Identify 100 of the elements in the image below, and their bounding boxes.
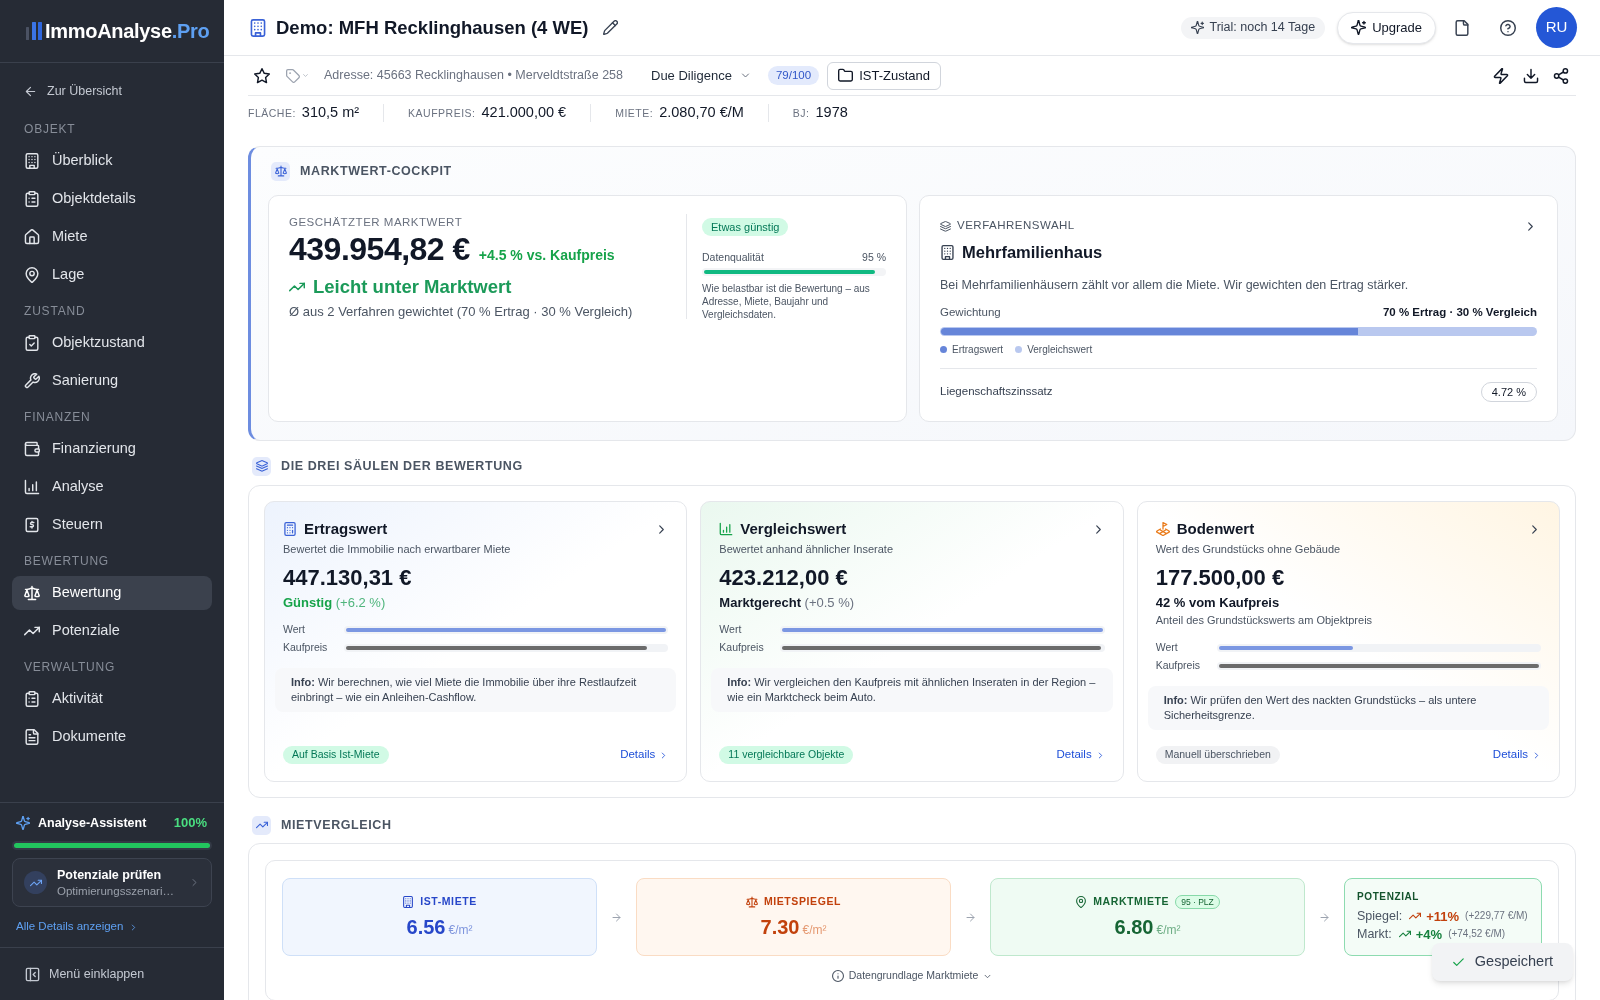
caret-icon	[302, 72, 309, 79]
chevron-right-icon	[1532, 750, 1541, 760]
section-label: ZUSTAND	[24, 303, 86, 320]
sparkles-icon	[1190, 21, 1204, 34]
building-icon	[249, 18, 267, 37]
suggestion-button[interactable]: Potenziale prüfen Optimierungsszenari…	[12, 858, 212, 907]
plz-tag: 95 · PLZ	[1175, 895, 1220, 909]
card-subtitle: Bewertet anhand ähnlicher Inserate	[719, 542, 893, 557]
trend-up-icon	[24, 871, 47, 894]
potential-row-label: Markt:	[1357, 926, 1392, 942]
info-box: Info: Wir berechnen, wie viel Miete die Immobilie über ihre Restlaufzeit einbringt – wie ein Anleihen-Cashflow.	[275, 668, 677, 712]
arrow-right-icon	[965, 911, 976, 923]
sparkles-icon	[16, 816, 30, 830]
nav-item[interactable]: Objektzustand	[12, 326, 212, 360]
section-label: VERWALTUNG	[24, 659, 116, 676]
details-link[interactable]: Details	[1056, 746, 1105, 764]
section-label: FINANZEN	[24, 409, 91, 426]
fact-label: KAUFPREIS:	[408, 106, 476, 122]
toast-text: Gespeichert	[1474, 952, 1553, 972]
rating-badge: Etwas günstig	[702, 218, 789, 237]
nav-item[interactable]: Sanierung	[12, 364, 212, 398]
logo-text: ImmoAnalyse.Pro	[45, 19, 210, 44]
arrow-right-icon	[1319, 911, 1330, 923]
back-link[interactable]: Zur Übersicht	[24, 77, 123, 105]
nav-item[interactable]: Lage	[12, 258, 212, 292]
land-plot-icon	[1155, 522, 1170, 536]
help-icon[interactable]	[1500, 19, 1516, 36]
sidebar-panel-icon	[25, 966, 40, 982]
rate-label: Liegenschaftszinssatz	[940, 384, 1053, 400]
status-text: Günstig (+6.2 %)	[283, 594, 386, 612]
bar-label: Kaufpreis	[719, 640, 765, 656]
house-icon	[24, 229, 40, 245]
nav-item[interactable]: Finanzierung	[12, 432, 212, 466]
download-icon[interactable]	[1523, 67, 1539, 84]
potential-change: +4%	[1415, 926, 1443, 942]
nav-item[interactable]: Potenziale	[12, 614, 212, 648]
potential-label: POTENZIAL	[1357, 890, 1420, 904]
nav-item[interactable]: Überblick	[12, 144, 212, 178]
nav-item[interactable]: Dokumente	[12, 720, 212, 754]
details-link[interactable]: Alle Details anzeigen	[16, 919, 139, 935]
building-icon	[940, 244, 955, 260]
document-icon	[24, 729, 40, 745]
map-pin-icon	[24, 267, 40, 283]
bar-label: Wert	[283, 622, 306, 638]
estimate-value: 439.954,82 €	[289, 230, 470, 268]
collapse-button[interactable]: Menü einklappen	[25, 964, 145, 984]
upgrade-button[interactable]: Upgrade	[1337, 11, 1436, 44]
section-label: BEWERTUNG	[24, 553, 109, 570]
nav-item[interactable]: Miete	[12, 220, 212, 254]
nav-item[interactable]: Steuern	[12, 508, 212, 542]
card-title: Vergleichswert	[740, 518, 847, 539]
quality-note: Wie belastbar ist die Bewertung – aus Adresse, Miete, Baujahr und Vergleichsdaten.	[702, 282, 871, 321]
legend-label: Ertragswert	[952, 342, 1004, 357]
dollar-square-icon	[24, 517, 40, 533]
folder-icon	[838, 68, 854, 83]
lightning-icon[interactable]	[1493, 67, 1509, 84]
nav-item[interactable]: Analyse	[12, 470, 212, 504]
bar-label: Wert	[1155, 640, 1179, 656]
method-label: VERFAHRENSWAHL	[957, 218, 1075, 234]
avatar[interactable]: RU	[1536, 7, 1577, 48]
share-icon[interactable]	[1553, 67, 1569, 84]
pencil-icon[interactable]	[603, 20, 619, 35]
nav-item[interactable]: Objektdetails	[12, 182, 212, 216]
layers-icon	[940, 220, 951, 232]
rent-value: 6.56	[406, 915, 446, 939]
score-badge: 79/100	[767, 66, 820, 85]
card-title: Bodenwert	[1176, 518, 1255, 539]
page-title: Demo: MFH Recklinghausen (4 WE)	[276, 15, 589, 40]
check-icon	[1451, 955, 1465, 969]
scale-icon	[745, 896, 758, 908]
star-icon[interactable]	[254, 67, 270, 84]
source-toggle[interactable]: Datengrundlage Marktmiete	[831, 968, 993, 984]
calculator-icon	[283, 522, 297, 536]
fact-label: MIETE:	[615, 106, 654, 122]
verdict-text: Leicht unter Marktwert	[313, 275, 512, 300]
trend-up-icon	[252, 815, 271, 835]
status-tag: Manuell überschrieben	[1155, 746, 1280, 764]
assistant-title: Analyse-Assistent	[38, 814, 147, 832]
method-note: Ø aus 2 Verfahren gewichtet (70 % Ertrag · 30 % Vergleich)	[289, 303, 633, 321]
trial-text: Trial: noch 14 Tage	[1209, 19, 1316, 37]
method-title: Mehrfamilienhaus	[962, 241, 1103, 263]
details-link[interactable]: Details	[1492, 746, 1541, 764]
method-description: Bei Mehrfamilienhäusern zählt vor allem die Miete. Wir gewichten den Ertrag stärker.	[940, 277, 1409, 294]
rent-unit: €/m²	[448, 922, 473, 939]
assistant-percent: 100%	[173, 814, 207, 833]
card-subtitle: Wert des Grundstücks ohne Gebäude	[1155, 542, 1341, 557]
file-icon[interactable]	[1454, 19, 1470, 36]
trend-up-icon	[1409, 910, 1422, 922]
bar-label: Kaufpreis	[283, 640, 329, 656]
details-link[interactable]: Details	[620, 746, 669, 764]
building-icon	[24, 153, 40, 169]
status-text: 42 % vom Kaufpreis	[1155, 594, 1280, 612]
info-icon	[831, 970, 844, 982]
nav-item[interactable]: Aktivität	[12, 682, 212, 716]
nav-item[interactable]: Bewertung	[12, 576, 212, 610]
status-tag: Auf Basis Ist-Miete	[283, 746, 389, 764]
state-button[interactable]: IST-Zustand	[827, 61, 941, 90]
section-title: DIE DREI SÄULEN DER BEWERTUNG	[281, 457, 523, 475]
status-tag: 11 vergleichbare Objekte	[719, 746, 854, 764]
phase-dropdown[interactable]: Due Diligence	[641, 61, 761, 90]
